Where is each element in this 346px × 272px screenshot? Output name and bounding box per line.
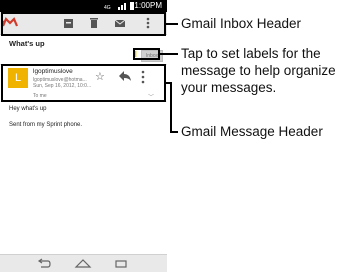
- message-subject: What's up: [9, 39, 45, 48]
- message-header-leader-line: [170, 131, 178, 133]
- inbox-header-annotation: Gmail Inbox Header: [181, 16, 302, 31]
- message-header-annotation: Gmail Message Header: [181, 124, 323, 139]
- labels-tip-leader-line: [160, 53, 178, 55]
- recent-apps-icon[interactable]: [113, 257, 129, 272]
- labels-tip-annotation: Tap to set labels for the message to hel…: [181, 46, 336, 95]
- label-button-highlight: [133, 48, 160, 60]
- phone-screen: 4G 1:00PM What's up ▮ Inbox L lgoptimusl…: [0, 0, 167, 272]
- message-body: Hey what's up Sent from my Sprint phone.: [0, 102, 167, 254]
- body-line: Hey what's up: [9, 106, 47, 112]
- svg-text:4G: 4G: [104, 5, 111, 10]
- message-header-highlight: [1, 64, 166, 102]
- home-icon[interactable]: [74, 257, 92, 272]
- inbox-header-highlight: [1, 12, 166, 36]
- back-icon[interactable]: [36, 257, 52, 272]
- lte-icon: 4G: [104, 2, 114, 11]
- status-time: 1:00PM: [134, 1, 162, 10]
- inbox-header-leader-line: [166, 23, 178, 25]
- message-header-leader-line: [170, 82, 172, 132]
- body-line: Sent from my Sprint phone.: [9, 122, 83, 128]
- status-bar: 4G 1:00PM: [0, 0, 167, 12]
- navigation-bar: [0, 254, 167, 272]
- signal-icon: [118, 2, 128, 10]
